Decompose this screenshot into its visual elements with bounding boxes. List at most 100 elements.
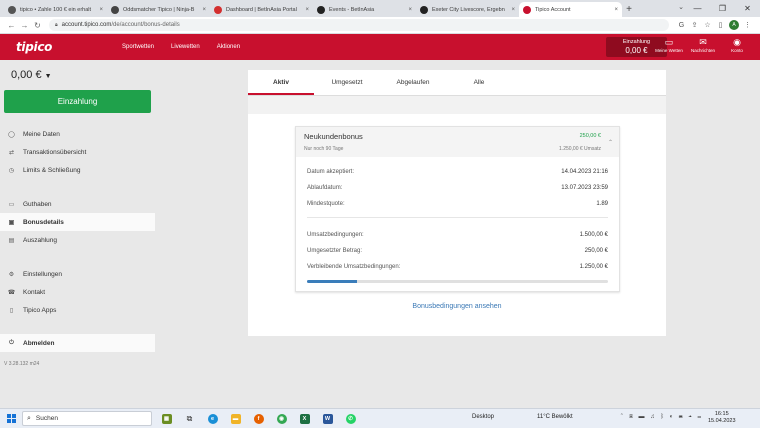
system-tray[interactable]: ⌃ ▣ ▬ ♫ ᛒ ◐ ⌨ ☁ ▭: [620, 414, 703, 420]
withdraw-icon: ▤: [8, 237, 15, 244]
chevron-up-icon[interactable]: ⌃: [608, 139, 613, 146]
account-icon: ◉: [733, 37, 741, 47]
browser-tab[interactable]: Tipico Account ×: [519, 2, 622, 17]
forward-icon[interactable]: →: [19, 21, 30, 30]
close-icon[interactable]: ✕: [735, 0, 760, 17]
tab-close-icon[interactable]: ×: [408, 7, 412, 13]
weather-widget[interactable]: 11°C Bewölkt: [537, 414, 573, 420]
share-icon[interactable]: ⇪: [688, 21, 701, 29]
browser-tab[interactable]: Exeter City Livescore, Ergebn ×: [416, 2, 519, 17]
bonus-name: Neukundenbonus: [304, 132, 363, 141]
bonus-card-header[interactable]: Neukundenbonus Nur noch 90 Tage 250,00 €…: [296, 127, 619, 157]
bonus-detail-row: Datum akzeptiert: 14.04.2023 21:16: [307, 169, 608, 179]
deposit-button[interactable]: Einzahlung: [4, 90, 151, 113]
nav-livewetten[interactable]: Livewetten: [171, 44, 200, 50]
bonus-terms-link[interactable]: Bonusbedingungen ansehen: [248, 303, 666, 310]
tab-umgesetzt[interactable]: Umgesetzt: [314, 70, 380, 95]
sidebar-item-wallet[interactable]: ▭ Guthaben: [0, 195, 155, 213]
nav-aktionen[interactable]: Aktionen: [217, 44, 240, 50]
reload-icon[interactable]: ↻: [32, 21, 43, 30]
taskbar-search-label: Suchen: [35, 415, 58, 422]
sidebar-item-settings[interactable]: ⚙ Einstellungen: [0, 265, 155, 283]
browser-tab-title: Exeter City Livescore, Ergebn: [432, 6, 505, 13]
tab-search-icon[interactable]: ⌄: [678, 3, 684, 11]
browser-tab[interactable]: tipico • Zahle 100 € ein erhalt ×: [4, 2, 107, 17]
desktop-label[interactable]: Desktop: [472, 414, 494, 420]
tab-alle[interactable]: Alle: [446, 70, 512, 95]
taskbar-clock[interactable]: 16:15 15.04.2023: [708, 411, 736, 425]
tab-close-icon[interactable]: ×: [305, 7, 309, 13]
bonus-detail-label: Umsatzbedingungen:: [307, 232, 364, 238]
google-icon[interactable]: G: [675, 22, 688, 29]
edge-icon[interactable]: e: [201, 411, 224, 427]
sidebar-item-apps[interactable]: ▯ Tipico Apps: [0, 301, 155, 319]
tab-close-icon[interactable]: ×: [202, 7, 206, 13]
bonus-detail-row: Umgesetzter Betrag: 250,00 €: [307, 248, 608, 258]
url-field[interactable]: 🔒︎ account.tipico.com/de/account/bonus-d…: [49, 19, 669, 31]
site-header: tipico Sportwetten Livewetten Aktionen E…: [0, 34, 760, 60]
new-tab-button[interactable]: +: [622, 2, 636, 17]
turnover-progress-fill: [307, 280, 358, 283]
header-icon-label: Nachrichten: [690, 48, 715, 53]
lock-icon: 🔒︎: [55, 22, 58, 28]
widgets-icon[interactable]: ▦: [155, 411, 178, 427]
bonus-tabs: Aktiv Umgesetzt Abgelaufen Alle: [248, 70, 666, 96]
windows-start-icon[interactable]: [0, 414, 22, 423]
bookmark-star-icon[interactable]: ☆: [701, 21, 714, 29]
word-icon[interactable]: W: [316, 411, 339, 427]
sidebar-item-contact[interactable]: ☎ Kontakt: [0, 283, 155, 301]
file-explorer-icon[interactable]: ▬: [224, 411, 247, 427]
browser-tab[interactable]: Dashboard | BetInAsia Portal ×: [210, 2, 313, 17]
tipico-logo[interactable]: tipico: [16, 40, 116, 54]
tab-aktiv[interactable]: Aktiv: [248, 70, 314, 95]
sidebar-item-user[interactable]: ◯ Meine Daten: [0, 125, 155, 143]
sidebar-item-limits[interactable]: ◷ Limits & Schließung: [0, 161, 155, 179]
sidebar-item-bonus[interactable]: ▣ Bonusdetails: [0, 213, 155, 231]
back-icon[interactable]: ←: [6, 21, 17, 30]
browser-tab[interactable]: Oddsmatcher Tipico | Ninja-B ×: [107, 2, 210, 17]
balance-dropdown[interactable]: 0,00 € ▼: [11, 69, 52, 81]
taskbar-search[interactable]: ⌕ Suchen: [22, 411, 152, 426]
caret-down-icon: ▼: [44, 73, 52, 80]
url-path: /de/account/bonus-details: [111, 22, 180, 28]
sidebar-item-label: Einstellungen: [23, 270, 63, 278]
browser-tab-title: tipico • Zahle 100 € ein erhalt: [20, 6, 92, 13]
sidebar-item-transactions[interactable]: ⇄ Transaktionsübersicht: [0, 143, 155, 161]
minimize-icon[interactable]: —: [685, 0, 710, 17]
nav-sportwetten[interactable]: Sportwetten: [122, 44, 154, 50]
mail-icon: ✉: [699, 37, 707, 47]
tab-close-icon[interactable]: ×: [99, 7, 103, 13]
sidepanel-icon[interactable]: ▯: [714, 21, 727, 29]
windows-taskbar: ⌕ Suchen ▦ ⧉ e ▬ f ◉ X W ✆ Desktop 11°C …: [0, 408, 760, 428]
sidebar-item-label: Transaktionsübersicht: [23, 148, 87, 156]
sidebar-item-label: Abmelden: [23, 339, 55, 347]
browser-tab-title: Dashboard | BetInAsia Portal: [226, 6, 297, 13]
excel-icon[interactable]: X: [293, 411, 316, 427]
tab-close-icon[interactable]: ×: [614, 7, 618, 13]
bonus-detail-label: Mindestquote:: [307, 201, 345, 207]
chrome-icon[interactable]: ◉: [270, 411, 293, 427]
tab-abgelaufen[interactable]: Abgelaufen: [380, 70, 446, 95]
sidebar-item-withdraw[interactable]: ▤ Auszahlung: [0, 231, 155, 249]
user-icon: ◯: [8, 131, 15, 138]
tab-close-icon[interactable]: ×: [511, 7, 515, 13]
whatsapp-icon[interactable]: ✆: [339, 411, 362, 427]
profile-avatar[interactable]: A: [729, 20, 739, 30]
bonus-detail-row: Ablaufdatum: 13.07.2023 23:59: [307, 185, 608, 195]
browser-tab-title: Oddsmatcher Tipico | Ninja-B: [123, 6, 195, 13]
bonus-detail-value: 13.07.2023 23:59: [561, 185, 608, 191]
bonus-panel: Aktiv Umgesetzt Abgelaufen Alle Neukundenbo…: [248, 70, 666, 336]
header-account-button[interactable]: ◉ Konto: [720, 37, 754, 53]
browser-tab[interactable]: Events - BetInAsia ×: [313, 2, 416, 17]
menu-dots-icon[interactable]: ⋮: [741, 21, 754, 29]
sidebar-item-label: Limits & Schließung: [23, 166, 81, 174]
sidebar-item-logout[interactable]: ⏻ Abmelden: [0, 334, 155, 352]
apps-icon: ▯: [9, 307, 14, 314]
sidebar-item-label: Bonusdetails: [23, 218, 64, 226]
task-view-icon[interactable]: ⧉: [178, 411, 201, 427]
browser-tab-title: Events - BetInAsia: [329, 6, 375, 13]
firefox-icon[interactable]: f: [247, 411, 270, 427]
header-bets-button[interactable]: ▭ Meine Wetten: [652, 37, 686, 53]
header-mail-button[interactable]: ✉ Nachrichten: [686, 37, 720, 53]
maximize-icon[interactable]: ❐: [710, 0, 735, 17]
